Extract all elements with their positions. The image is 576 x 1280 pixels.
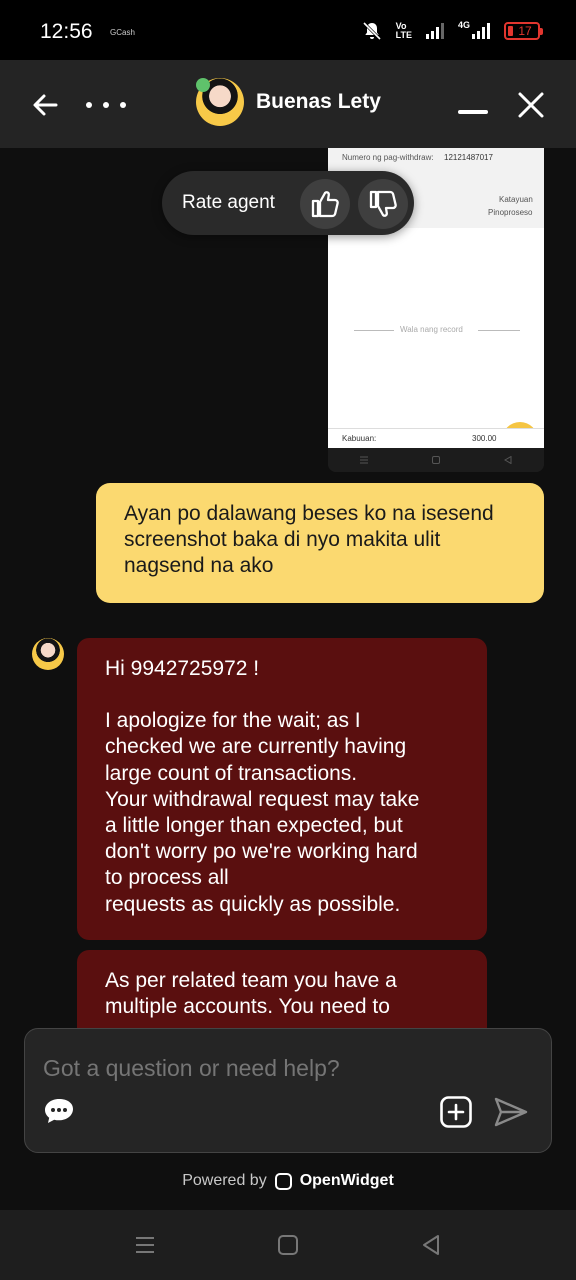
battery-level: 17: [518, 24, 532, 38]
message-line: As per related team you have a: [105, 969, 397, 992]
openwidget-brand[interactable]: OpenWidget: [300, 1172, 394, 1190]
more-dot-icon: [86, 102, 92, 108]
message-line: large count of transactions.: [105, 761, 358, 785]
back-triangle-icon: [504, 456, 512, 464]
openwidget-logo-icon: [274, 1172, 292, 1190]
home-button[interactable]: [275, 1232, 301, 1258]
signal-1-icon: [425, 23, 444, 39]
screenshot-body: Wala nang record ?: [328, 228, 544, 458]
thumbs-down-icon: [369, 190, 397, 217]
message-line: nagsend na ako: [124, 554, 274, 577]
powered-by: Powered by OpenWidget: [0, 1168, 576, 1194]
online-indicator: [196, 78, 210, 92]
message-line: a little longer than expected, but: [105, 814, 403, 838]
volte-indicator: Vo LTE: [396, 22, 412, 40]
attach-button[interactable]: [439, 1095, 473, 1129]
rate-agent-label: Rate agent: [182, 192, 275, 213]
back-nav-button[interactable]: [418, 1232, 444, 1258]
message-line: multiple accounts. You need to: [105, 995, 390, 1019]
message-line: checked we are currently having: [105, 735, 407, 759]
powered-by-text: Powered by: [182, 1172, 267, 1189]
status-app-label: GCash: [110, 28, 135, 37]
status-value: Pinoproseso: [488, 208, 533, 217]
recent-apps-button[interactable]: [132, 1232, 158, 1258]
thumbs-down-button[interactable]: [358, 179, 408, 229]
divider: [354, 330, 394, 331]
agent-message-bubble: Hi 9942725972 ! I apologize for the wait…: [77, 638, 487, 940]
chat-header: Buenas Lety: [0, 60, 576, 148]
withdraw-label: Numero ng pag-withdraw:: [342, 153, 434, 162]
chat-bubble-icon[interactable]: [43, 1097, 75, 1125]
back-button[interactable]: [28, 88, 62, 122]
message-line: requests as quickly as possible.: [105, 892, 401, 916]
no-record-text: Wala nang record: [400, 325, 463, 334]
thumbs-up-button[interactable]: [300, 179, 350, 229]
mute-bell-icon: [362, 21, 382, 41]
volte-bottom: LTE: [395, 30, 412, 40]
user-message-bubble: Ayan po dalawang beses ko na isesend scr…: [96, 483, 544, 603]
total-label: Kabuuan:: [342, 434, 377, 443]
status-label: Katayuan: [499, 195, 533, 204]
agent-message-avatar: [32, 638, 64, 670]
menu-icon: [360, 456, 368, 464]
agent-message-bubble: As per related team you have a multiple …: [77, 950, 487, 1028]
agent-info: Buenas Lety: [196, 78, 381, 126]
withdraw-number: 12121487017: [444, 153, 493, 162]
status-time: 12:56: [40, 20, 93, 43]
agent-name: Buenas Lety: [256, 90, 381, 113]
greeting-line: Hi 9942725972 !: [105, 657, 260, 680]
screenshot-total: Kabuuan: 300.00: [328, 428, 544, 448]
divider: [478, 330, 520, 331]
message-line: Your withdrawal request may take: [105, 787, 420, 811]
agent-avatar: [196, 78, 244, 126]
more-dot-icon: [103, 102, 109, 108]
menu-icon: [136, 1237, 154, 1253]
status-bar: 12:56 GCash Vo LTE 4G 17: [0, 0, 576, 60]
more-dot-icon: [120, 102, 126, 108]
total-value: 300.00: [472, 434, 497, 443]
home-square-icon: [278, 1235, 298, 1255]
thumbs-up-icon: [311, 191, 339, 218]
message-input[interactable]: [43, 1055, 523, 1082]
home-square-icon: [432, 456, 440, 464]
message-line: screenshot baka di nyo makita ulit: [124, 528, 441, 551]
close-icon: [518, 92, 544, 118]
system-nav-bar: [0, 1210, 576, 1280]
network-label: 4G: [457, 20, 470, 30]
battery-icon: 17: [504, 22, 543, 40]
message-line: to process all: [105, 866, 229, 890]
attach-plus-icon: [440, 1096, 472, 1128]
minimize-button[interactable]: [458, 110, 488, 114]
more-options-button[interactable]: [86, 88, 126, 122]
rate-agent-bar: Rate agent: [162, 171, 414, 235]
chat-messages[interactable]: Numero ng pag-withdraw: 12121487017 Kata…: [0, 148, 576, 1028]
back-arrow-icon: [33, 94, 58, 116]
signal-2-icon: 4G: [457, 20, 490, 39]
message-line: Ayan po dalawang beses ko na isesend: [124, 502, 494, 525]
message-line: don't worry po we're working hard: [105, 840, 418, 864]
screenshot-navbar: [328, 448, 544, 472]
send-icon: [494, 1097, 528, 1127]
message-line: I apologize for the wait; as I: [105, 709, 361, 733]
message-composer: [24, 1028, 552, 1153]
status-icons: Vo LTE 4G 17: [362, 18, 543, 44]
send-button[interactable]: [493, 1095, 529, 1129]
close-button[interactable]: [514, 88, 548, 122]
back-triangle-icon: [423, 1235, 439, 1255]
